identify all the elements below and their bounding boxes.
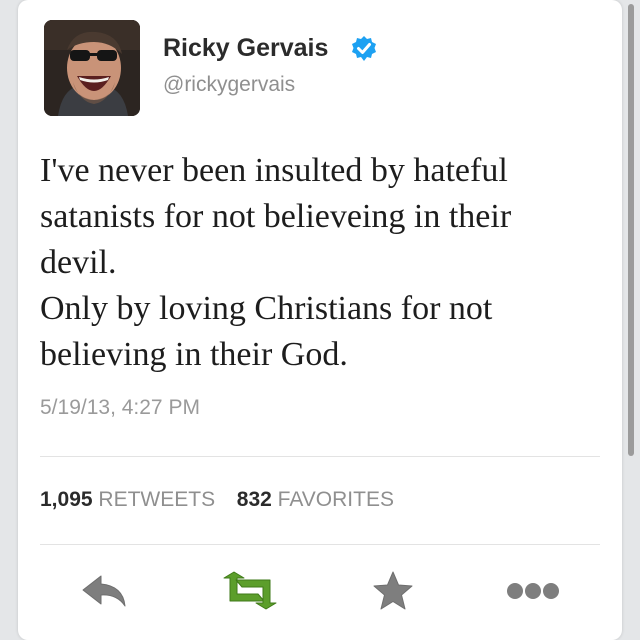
user-handle[interactable]: @rickygervais xyxy=(163,73,295,97)
retweets-stat[interactable]: 1,095 RETWEETS xyxy=(40,488,221,511)
verified-badge-icon xyxy=(352,36,376,61)
tweet-line: devil. xyxy=(40,244,117,281)
scrollbar[interactable] xyxy=(628,4,634,456)
reply-button[interactable] xyxy=(79,570,129,612)
more-button[interactable] xyxy=(503,570,563,612)
tweet-stats: 1,095 RETWEETS 832 FAVORITES xyxy=(40,488,394,512)
retweet-button[interactable] xyxy=(220,570,277,612)
user-avatar[interactable] xyxy=(44,20,140,116)
tweet-card: Ricky Gervais @rickygervais I've never b… xyxy=(18,0,622,640)
retweets-label: RETWEETS xyxy=(98,488,216,511)
tweet-line: satanists for not believeing in their xyxy=(40,198,512,235)
tweet-line: I've never been insulted by hateful xyxy=(40,152,508,189)
user-display-name[interactable]: Ricky Gervais xyxy=(163,34,328,63)
avatar-image xyxy=(44,20,140,116)
favorites-label: FAVORITES xyxy=(277,488,394,511)
reply-icon xyxy=(82,575,126,607)
favorites-stat[interactable]: 832 FAVORITES xyxy=(237,488,394,511)
tweet-text: I've never been insulted by hateful sata… xyxy=(40,148,610,378)
favorite-button[interactable] xyxy=(368,570,418,612)
favorite-star-icon xyxy=(373,571,413,610)
tweet-line: believing in their God. xyxy=(40,336,348,373)
divider xyxy=(40,456,600,457)
more-dots-icon xyxy=(507,583,559,599)
retweets-count: 1,095 xyxy=(40,488,93,511)
divider xyxy=(40,544,600,545)
tweet-line: Only by loving Christians for not xyxy=(40,290,493,327)
retweet-icon xyxy=(223,571,277,610)
tweet-timestamp: 5/19/13, 4:27 PM xyxy=(40,396,200,419)
favorites-count: 832 xyxy=(236,488,272,511)
